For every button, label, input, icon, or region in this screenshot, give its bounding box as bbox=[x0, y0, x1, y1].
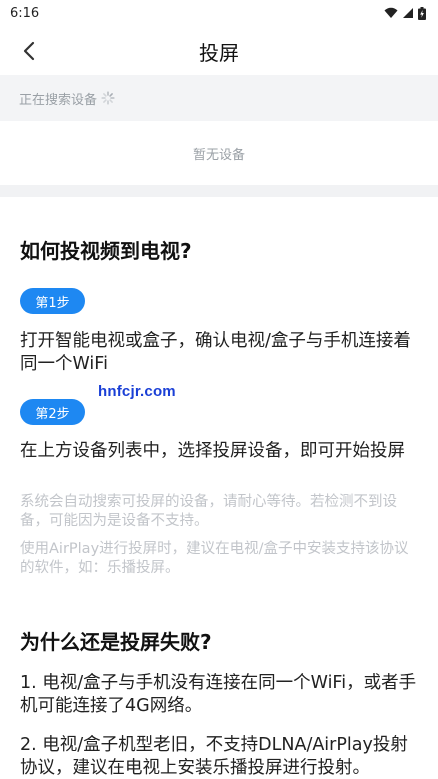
hint-text-1: 系统会自动搜索可投屏的设备，请耐心等待。若检测不到设备，可能因为是设备不支持。 bbox=[20, 494, 397, 529]
signal-icon bbox=[403, 8, 413, 18]
watermark: hnfcjr.com bbox=[98, 383, 176, 400]
failure-title: 为什么还是投屏失败? bbox=[20, 630, 212, 654]
battery-icon bbox=[418, 6, 426, 20]
hint-text-2: 使用AirPlay进行投屏时，建议在电视/盒子中安装支持该协议的软件，如：乐播投… bbox=[20, 541, 409, 576]
step-1-text: 打开智能电视或盒子，确认电视/盒子与手机连接着同一个WiFi bbox=[20, 331, 411, 374]
step-2-text: 在上方设备列表中，选择投屏设备，即可开始投屏 bbox=[20, 441, 405, 461]
device-list: 暂无设备 bbox=[0, 121, 438, 185]
status-icons bbox=[384, 6, 426, 20]
step-1-badge: 第1步 bbox=[20, 288, 85, 314]
search-status: 正在搜索设备 bbox=[0, 75, 438, 121]
search-status-label: 正在搜索设备 bbox=[19, 92, 98, 108]
section-divider bbox=[0, 185, 438, 197]
wifi-icon bbox=[384, 7, 398, 18]
empty-device-text: 暂无设备 bbox=[192, 147, 245, 163]
failure-reason-1: 1. 电视/盒子与手机没有连接在同一个WiFi，或者手机可能连接了4G网络。 bbox=[20, 673, 417, 716]
page-title: 投屏 bbox=[199, 41, 239, 65]
loading-spinner-icon bbox=[101, 91, 115, 105]
step-2-badge: 第2步 bbox=[20, 399, 85, 425]
status-bar: 6:16 bbox=[0, 0, 438, 26]
failure-reason-2: 2. 电视/盒子机型老旧，不支持DLNA/AirPlay投射协议，建议在电视上安… bbox=[20, 735, 408, 778]
status-time: 6:16 bbox=[10, 5, 40, 21]
nav-bar: 投屏 bbox=[0, 26, 438, 74]
guide-title: 如何投视频到电视? bbox=[20, 239, 192, 263]
